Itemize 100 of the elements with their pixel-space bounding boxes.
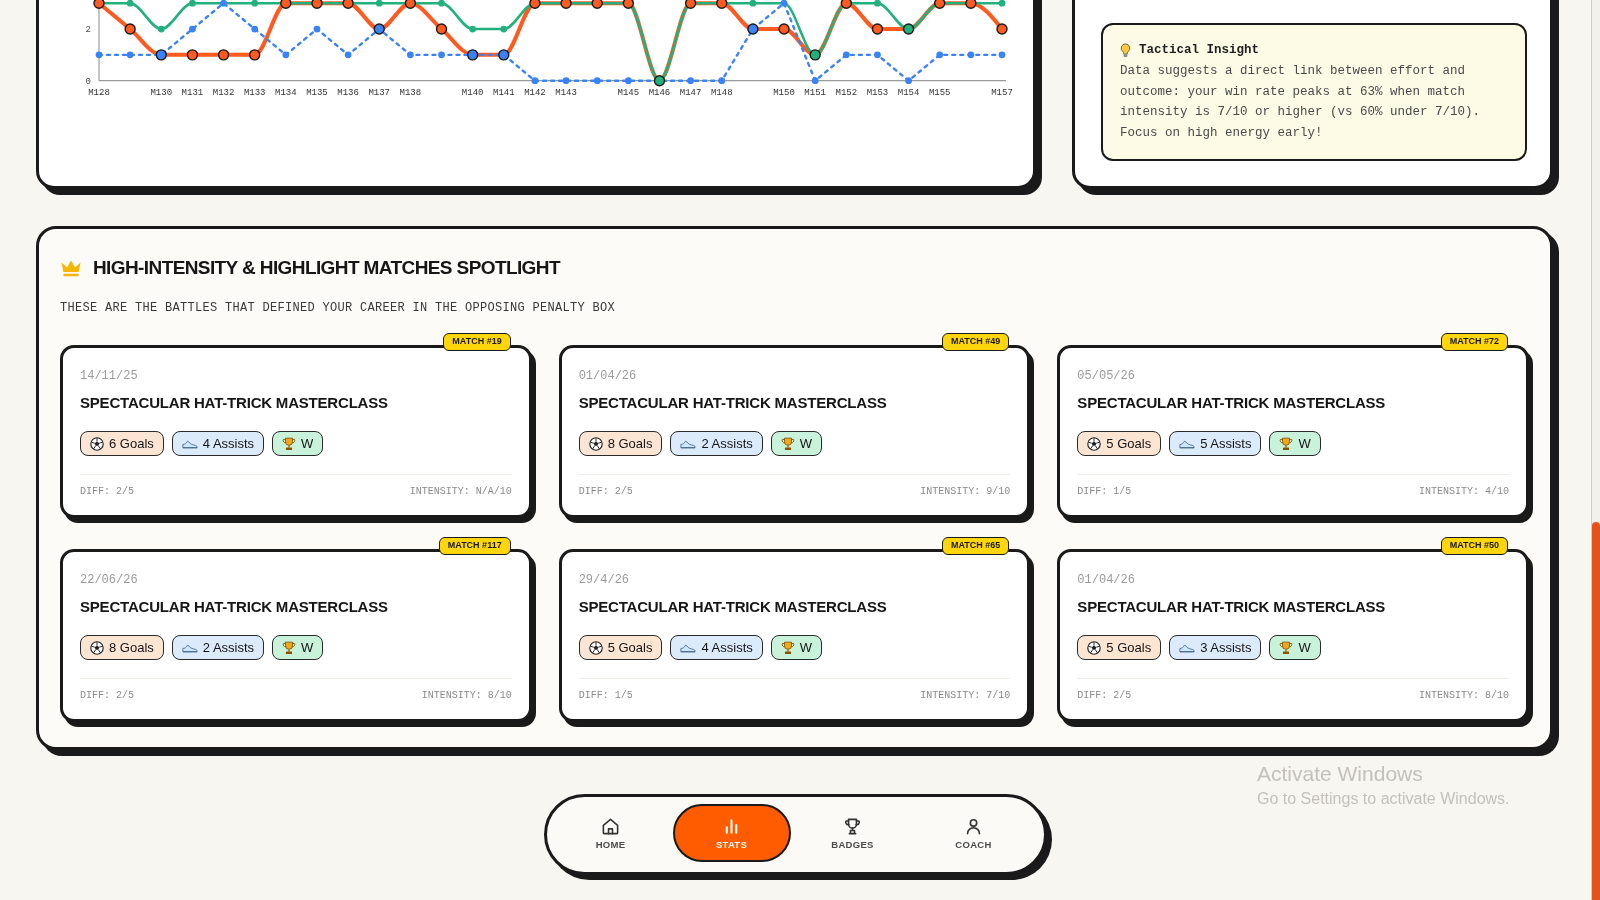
intensity-text: INTENSITY: 8/10 [421, 690, 512, 702]
axis-tick-label: M133 [243, 88, 266, 98]
axis-tick-label: M154 [897, 88, 920, 98]
axis-tick-label: M131 [181, 88, 204, 98]
axis-tick-label: M134 [275, 88, 297, 98]
match-date: 14/11/25 [80, 368, 139, 384]
axis-tick-label: 0 [85, 76, 91, 87]
difficulty-text: DIFF: 2/5 [80, 486, 134, 498]
stat-text: 5 Goals [1106, 639, 1152, 656]
difficulty-text: DIFF: 2/5 [578, 486, 633, 498]
stat-text: 6 Goals [109, 435, 154, 452]
difficulty-text: DIFF: 1/5 [1077, 486, 1132, 498]
axis-tick-label: M140 [461, 88, 484, 98]
axis-tick-label: M132 [212, 88, 235, 98]
trophy-icon [1279, 640, 1294, 655]
match-number-badge: MATCH #117 [438, 537, 511, 555]
axis-tick-label: M148 [710, 88, 733, 98]
match-title: SPECTACULAR HAT-TRICK MASTERCLASS [578, 597, 888, 617]
match-date: 22/06/26 [80, 572, 139, 588]
home-icon [601, 816, 620, 836]
intensity-text: INTENSITY: 8/10 [1418, 690, 1509, 702]
intensity-text: INTENSITY: 7/10 [920, 690, 1011, 702]
axis-tick-label: M152 [835, 88, 858, 98]
difficulty-text: DIFF: 2/5 [80, 690, 134, 702]
soccer-ball-icon [1087, 640, 1102, 655]
axis-tick-label: M155 [928, 88, 951, 98]
axis-tick-label: M153 [866, 88, 889, 98]
axis-tick-label: M147 [679, 88, 702, 98]
trophy-icon [780, 436, 795, 451]
nav-tab[interactable]: BADGES [793, 804, 912, 862]
stat-text: 8 Goals [109, 639, 154, 656]
sneaker-icon [181, 642, 198, 653]
axis-tick-label: M150 [773, 88, 795, 98]
match-date: 01/04/26 [578, 368, 638, 384]
trophy-icon [1279, 436, 1294, 451]
intensity-text: INTENSITY: 9/10 [920, 486, 1011, 498]
lightbulb-icon [1120, 42, 1131, 58]
intensity-text: INTENSITY: 4/10 [1418, 486, 1509, 498]
match-number-badge: MATCH #65 [942, 537, 1010, 555]
axis-tick-label: 2 [85, 25, 91, 36]
stat-text: 5 Goals [607, 639, 653, 656]
stat-text: 8 Goals [607, 435, 653, 452]
match-date: 29/4/26 [578, 572, 631, 588]
person-icon [964, 816, 983, 836]
stat-text: 3 Assists [1200, 639, 1252, 656]
nav-tab[interactable]: HOME [551, 804, 670, 862]
axis-tick-label: M137 [368, 88, 391, 98]
match-title: SPECTACULAR HAT-TRICK MASTERCLASS [1077, 393, 1387, 413]
sneaker-icon [181, 438, 198, 449]
axis-tick-label: M141 [493, 88, 515, 98]
trophy-icon [282, 640, 297, 655]
axis-tick-label: M146 [648, 88, 671, 98]
soccer-ball-icon [90, 436, 104, 451]
trophy-icon [282, 436, 297, 451]
sneaker-icon [680, 642, 697, 653]
stat-text: W [1298, 639, 1311, 656]
stat-text: 4 Assists [701, 639, 753, 656]
section-subtitle: THESE ARE THE BATTLES THAT DEFINED YOUR CAREER IN THE OPPOSING PENALTY BOX [60, 300, 617, 316]
scrollbar-thumb[interactable] [1592, 522, 1600, 900]
nav-tab[interactable]: COACH [914, 804, 1033, 862]
soccer-ball-icon [588, 436, 603, 451]
section-title: HIGH-INTENSITY & HIGHLIGHT MATCHES SPOTLIGHT [93, 256, 560, 280]
axis-tick-label: M143 [555, 88, 577, 98]
stat-text: W [799, 435, 813, 452]
match-date: 05/05/26 [1077, 368, 1136, 384]
axis-tick-label: M135 [306, 88, 328, 98]
trophy-icon [780, 640, 795, 655]
sneaker-icon [1179, 438, 1196, 449]
crown-icon [60, 259, 82, 277]
soccer-ball-icon [588, 640, 603, 655]
stat-text: W [301, 435, 314, 452]
match-number-badge: MATCH #50 [1440, 537, 1508, 555]
match-title: SPECTACULAR HAT-TRICK MASTERCLASS [80, 393, 389, 413]
match-title: SPECTACULAR HAT-TRICK MASTERCLASS [80, 597, 389, 617]
stat-text: W [1298, 435, 1311, 452]
axis-tick-label: M151 [804, 88, 826, 98]
intensity-text: INTENSITY: N/A/10 [409, 486, 512, 498]
match-date: 01/04/26 [1077, 572, 1136, 588]
stat-text: 2 Assists [202, 639, 255, 656]
axis-tick-label: M142 [524, 88, 546, 98]
match-number-badge: MATCH #49 [942, 333, 1010, 351]
insight-title: Tactical Insight [1139, 42, 1260, 59]
sneaker-icon [680, 438, 697, 449]
stat-text: 5 Goals [1106, 435, 1152, 452]
difficulty-text: DIFF: 1/5 [578, 690, 633, 702]
axis-tick-label: M157 [991, 88, 1013, 98]
stat-text: W [799, 639, 813, 656]
axis-tick-label: M145 [617, 88, 640, 98]
match-number-badge: MATCH #19 [443, 333, 511, 351]
axis-tick-label: M136 [337, 88, 359, 98]
stat-text: 4 Assists [202, 435, 255, 452]
match-number-badge: MATCH #72 [1440, 333, 1508, 351]
trophy-icon [843, 816, 862, 836]
axis-tick-label: M130 [150, 88, 173, 98]
axis-tick-label: M128 [88, 88, 110, 98]
soccer-ball-icon [1087, 436, 1102, 451]
stat-text: 2 Assists [701, 435, 753, 452]
insight-text: Data suggests a direct link between effort and outcome: your win rate peaks at 63% when match intensity is 7/10 or higher (vs 60% under 7/10). Focus on high energy early! [1120, 63, 1482, 142]
sneaker-icon [1179, 642, 1196, 653]
stat-text: W [301, 639, 314, 656]
